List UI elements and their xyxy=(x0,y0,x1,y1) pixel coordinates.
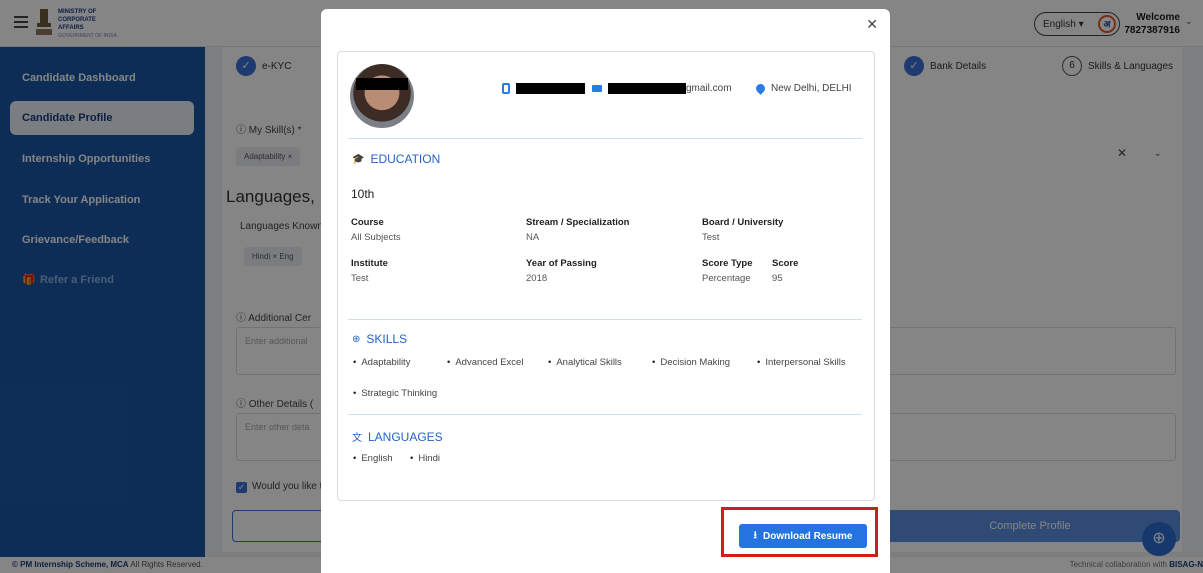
resume-preview-modal: ✕ gmail.com New Delhi, DELHI 🎓 EDUCATION… xyxy=(321,9,890,573)
stream-label: Stream / Specialization xyxy=(526,217,630,228)
board-value: Test xyxy=(702,232,720,243)
education-section-title: 🎓 EDUCATION xyxy=(352,152,441,166)
profile-photo xyxy=(350,64,414,128)
download-label: Download Resume xyxy=(763,530,853,542)
skills-section-title: ⊕ SKILLS xyxy=(352,332,408,346)
graduation-cap-icon: 🎓 xyxy=(352,153,365,165)
education-level: 10th xyxy=(351,187,375,201)
globe-icon: ⊕ xyxy=(352,333,361,345)
skill-item: Interpersonal Skills xyxy=(757,357,845,368)
course-label: Course xyxy=(351,217,384,228)
stream-value: NA xyxy=(526,232,540,243)
contact-email: gmail.com xyxy=(592,83,732,94)
score-type-value: Percentage xyxy=(702,273,751,284)
location-text: New Delhi, DELHI xyxy=(771,83,852,94)
redacted-phone xyxy=(516,83,585,94)
download-resume-button[interactable]: ⭳ Download Resume xyxy=(739,524,867,548)
resume-card: gmail.com New Delhi, DELHI 🎓 EDUCATION 1… xyxy=(337,51,875,501)
divider xyxy=(348,319,862,320)
redacted-email xyxy=(608,83,686,94)
contact-location: New Delhi, DELHI xyxy=(754,82,852,95)
translate-icon: 文 xyxy=(352,433,362,444)
close-icon[interactable]: ✕ xyxy=(866,16,878,33)
mail-icon xyxy=(592,85,602,92)
phone-icon xyxy=(502,83,510,94)
language-item: Hindi xyxy=(410,453,440,464)
skill-item: Strategic Thinking xyxy=(353,388,437,399)
divider xyxy=(348,138,862,139)
score-value: 95 xyxy=(772,273,783,284)
board-label: Board / University xyxy=(702,217,784,228)
location-pin-icon xyxy=(754,82,767,95)
contact-phone xyxy=(502,83,585,94)
language-item: English xyxy=(353,453,392,464)
institute-label: Institute xyxy=(351,258,388,269)
email-suffix: gmail.com xyxy=(686,83,732,94)
languages-section-title: 文 LANGUAGES xyxy=(352,429,443,445)
institute-value: Test xyxy=(351,273,369,284)
skill-item: Decision Making xyxy=(652,357,730,368)
download-icon: ⭳ xyxy=(753,529,758,541)
divider xyxy=(348,414,862,415)
score-label: Score xyxy=(772,258,799,269)
year-label: Year of Passing xyxy=(526,258,597,269)
score-type-label: Score Type xyxy=(702,258,753,269)
skill-item: Adaptability xyxy=(353,357,410,368)
skill-item: Advanced Excel xyxy=(447,357,523,368)
year-value: 2018 xyxy=(526,273,548,284)
course-value: All Subjects xyxy=(351,232,401,243)
skill-item: Analytical Skills xyxy=(548,357,621,368)
